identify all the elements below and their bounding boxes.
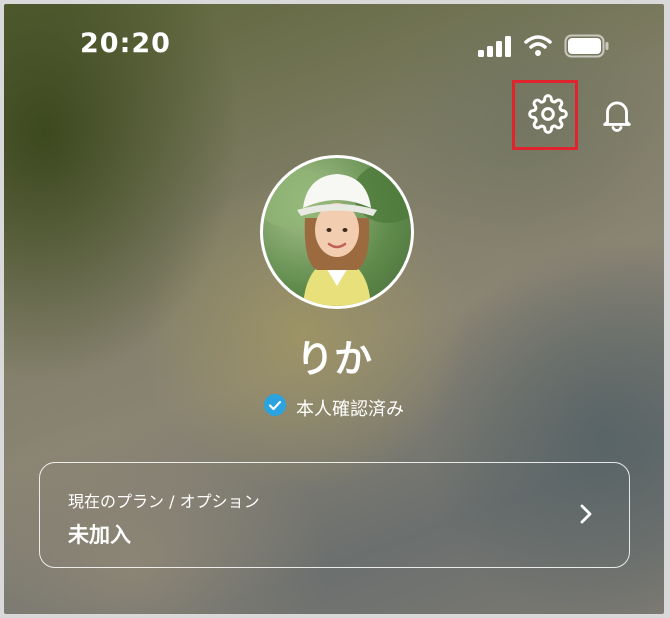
status-icons [478,34,610,62]
avatar[interactable] [260,155,414,309]
plan-label: 現在のプラン / オプション [68,492,260,511]
current-plan-card[interactable]: 現在のプラン / オプション 未加入 [39,462,630,568]
settings-button[interactable] [520,88,576,144]
gear-icon [528,94,568,138]
profile-screen: 20:20 りか 本人確認済み 現在のプラン / オプション 未加入 [4,4,664,614]
verified-label: 本人確認済み [296,398,404,420]
status-time: 20:20 [80,28,171,59]
verification-status: 本人確認済み [4,394,664,421]
check-badge-icon [264,394,286,421]
chevron-right-icon [579,503,593,529]
battery-icon [564,34,610,62]
cellular-signal-icon [478,35,512,61]
notifications-button[interactable] [589,88,645,144]
wifi-icon [524,35,552,61]
bell-icon [598,95,636,137]
profile-name: りか [295,337,372,381]
plan-value: 未加入 [68,523,131,547]
